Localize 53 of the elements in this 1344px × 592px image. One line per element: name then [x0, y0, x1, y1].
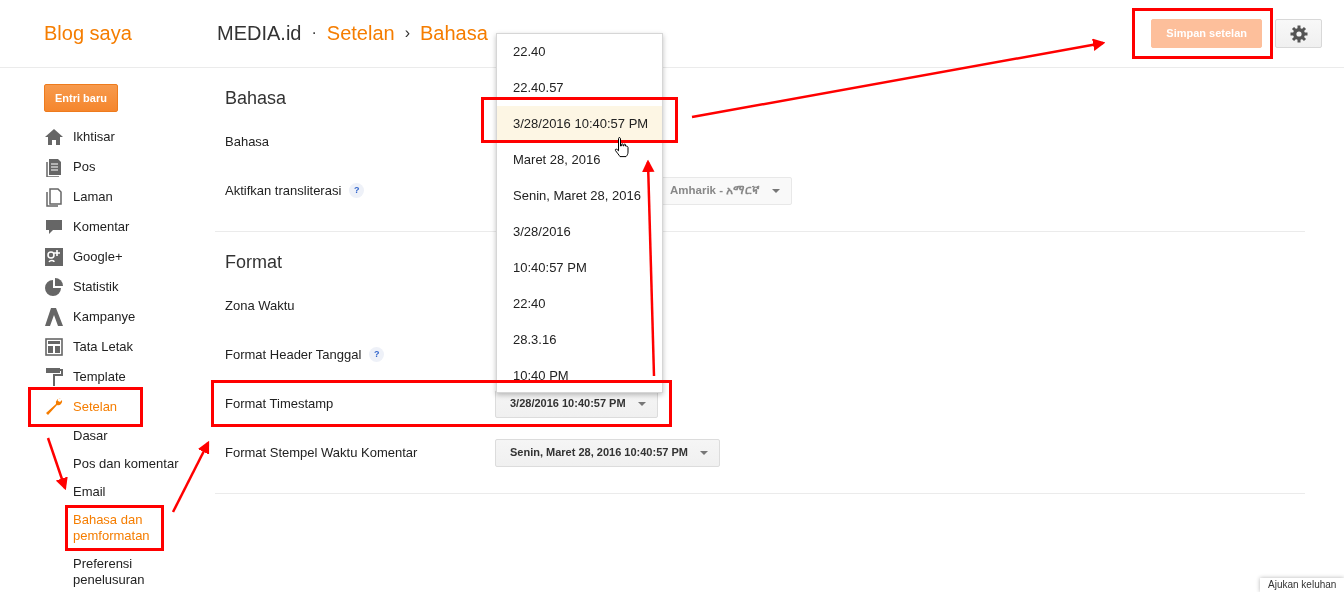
layout-icon — [44, 337, 64, 357]
dropdown-option[interactable]: 3/28/2016 — [497, 214, 662, 250]
sidebar-item[interactable]: Statistik — [44, 272, 215, 302]
dropdown-option[interactable]: 10:40 PM — [497, 358, 662, 392]
dropdown-option[interactable]: Maret 28, 2016 — [497, 142, 662, 178]
sidebar-item[interactable]: Ikhtisar — [44, 122, 215, 152]
sidebar-subitem[interactable]: Email — [44, 478, 194, 506]
sidebar-item[interactable]: Tata Letak — [44, 332, 215, 362]
dropdown-option[interactable]: 28.3.16 — [497, 322, 662, 358]
sidebar-item[interactable]: Kampanye — [44, 302, 215, 332]
breadcrumb-separator: › — [404, 22, 410, 43]
dropdown-option[interactable]: 22.40 — [497, 34, 662, 70]
select-dropdown[interactable]: Senin, Maret 28, 2016 10:40:57 PM — [495, 438, 720, 467]
dropdown-option[interactable]: 3/28/2016 10:40:57 PM — [497, 106, 662, 142]
field-label: Bahasa — [225, 132, 270, 151]
pie-chart-icon — [44, 277, 64, 297]
sidebar-item[interactable]: Pos — [44, 152, 215, 182]
wrench-icon — [44, 397, 64, 417]
comment-icon — [44, 217, 64, 237]
field-label: Aktifkan transliterasi — [225, 181, 342, 200]
caret-icon — [699, 450, 708, 455]
field-label: Zona Waktu — [225, 296, 295, 315]
sidebar-subitem[interactable]: Preferensi penelusuran — [44, 550, 194, 592]
document-icon — [44, 157, 64, 177]
sidebar-subitem[interactable]: Dasar — [44, 422, 194, 450]
sidebar-subitem[interactable]: Pos dan komentar — [44, 450, 194, 478]
google-plus-icon — [44, 247, 64, 267]
paint-roller-icon — [44, 367, 64, 387]
page-title: Bahasa — [419, 20, 488, 46]
page-icon — [44, 187, 64, 207]
sidebar-item[interactable]: Template — [44, 362, 215, 392]
caret-icon — [772, 188, 781, 193]
sidebar-item[interactable]: Laman — [44, 182, 215, 212]
field-label: Format Timestamp — [225, 394, 334, 413]
dropdown-option[interactable]: 10:40:57 PM — [497, 250, 662, 286]
help-icon[interactable]: ? — [349, 183, 365, 198]
breadcrumb-separator: · — [311, 22, 317, 43]
sidebar-item[interactable]: Google+ — [44, 242, 215, 272]
annotation-arrow — [46, 437, 68, 491]
section-title: Bahasa — [225, 87, 287, 110]
dropdown-option[interactable]: 22.40.57 — [497, 70, 662, 106]
dropdown-option[interactable]: 22:40 — [497, 286, 662, 322]
campaign-icon — [44, 307, 64, 327]
field-label: Format Stempel Waktu Komentar — [225, 443, 418, 462]
help-icon[interactable]: ? — [369, 347, 385, 362]
home-icon — [44, 127, 64, 147]
field-label: Format Header Tanggal — [225, 345, 362, 364]
settings-button[interactable] — [1275, 19, 1322, 48]
caret-icon — [637, 401, 646, 406]
sidebar-item[interactable]: Komentar — [44, 212, 215, 242]
blog-name[interactable]: MEDIA.id — [217, 17, 302, 48]
section-title: Format — [225, 251, 282, 274]
feedback-tab[interactable]: Ajukan keluhan — [1260, 578, 1344, 592]
